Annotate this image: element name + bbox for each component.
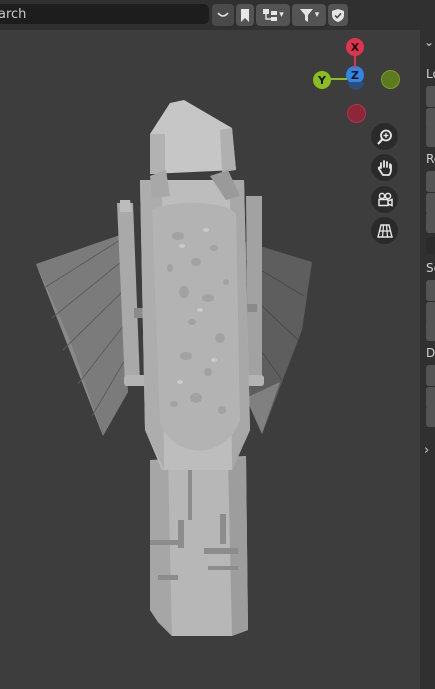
grid-icon <box>376 223 393 238</box>
location-x-field[interactable] <box>426 86 435 107</box>
view-toggle-button[interactable] <box>212 4 234 26</box>
3d-viewport[interactable]: X Y Z <box>0 30 420 689</box>
camera-icon <box>377 192 393 207</box>
location-label: Lo <box>426 67 435 81</box>
hierarchy-icon <box>263 9 278 21</box>
bookmark-icon <box>241 8 249 22</box>
camera-view-button[interactable] <box>371 186 398 213</box>
y-label: Y <box>318 73 326 87</box>
chevron-down-icon: ▾ <box>314 10 320 20</box>
dimensions-z-field[interactable] <box>426 406 435 427</box>
rotation-mode-dropdown[interactable] <box>426 237 435 254</box>
z-label: Z <box>351 68 359 82</box>
rotation-z-field[interactable] <box>426 212 435 233</box>
filter-icon <box>299 8 313 22</box>
search-field[interactable] <box>0 4 209 24</box>
search-input[interactable] <box>0 6 190 22</box>
rocket-model <box>36 100 312 636</box>
zoom-button[interactable] <box>371 123 398 150</box>
outliner-header: ▾ ▾ <box>0 0 435 30</box>
gizmo-x-axis[interactable]: X <box>346 38 364 56</box>
chevron-down-icon: ▾ <box>279 10 284 20</box>
gizmo-y-axis[interactable]: Y <box>313 71 331 89</box>
scale-label: Sc <box>426 261 435 275</box>
perspective-toggle-button[interactable] <box>371 217 398 244</box>
filter-dropdown[interactable]: ▾ <box>292 4 326 26</box>
location-z-field[interactable] <box>426 126 435 147</box>
x-label: X <box>350 40 360 54</box>
scale-x-field[interactable] <box>426 280 435 301</box>
display-mode-dropdown[interactable]: ▾ <box>256 4 290 26</box>
chevron-down-icon[interactable]: ⌄ <box>424 35 434 49</box>
header-tools: ▾ ▾ <box>212 4 348 26</box>
rotation-label: Ro <box>426 152 435 166</box>
gizmo-y-line <box>330 78 347 80</box>
rotation-x-field[interactable] <box>426 171 435 192</box>
rotation-y-field[interactable] <box>426 193 435 214</box>
gizmo-x-line <box>354 56 356 68</box>
scale-z-field[interactable] <box>426 320 435 341</box>
dimensions-y-field[interactable] <box>426 387 435 408</box>
shield-check-icon <box>332 8 344 22</box>
dimensions-x-field[interactable] <box>426 365 435 386</box>
dimensions-label: D <box>426 346 435 360</box>
gizmo-neg-y-axis[interactable] <box>381 70 400 89</box>
chevron-right-icon[interactable]: › <box>424 443 429 458</box>
pan-button[interactable] <box>371 154 398 181</box>
gizmo-neg-x-axis[interactable] <box>347 104 366 123</box>
restrict-toggle-button[interactable] <box>328 4 348 26</box>
bookmark-button[interactable] <box>236 4 254 26</box>
curve-icon <box>217 12 229 17</box>
hand-icon <box>377 159 392 176</box>
zoom-in-icon <box>376 129 392 145</box>
